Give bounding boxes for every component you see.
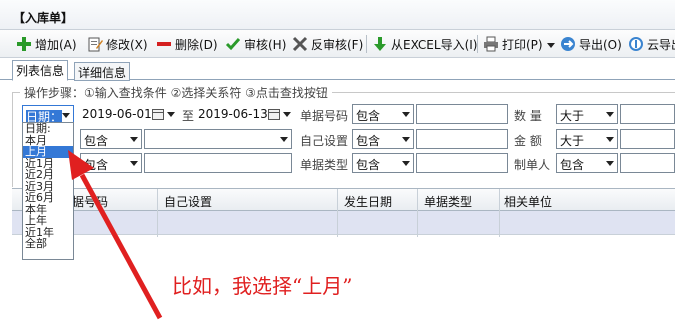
annotation-text: 比如，我选择“上月” <box>172 274 353 298</box>
